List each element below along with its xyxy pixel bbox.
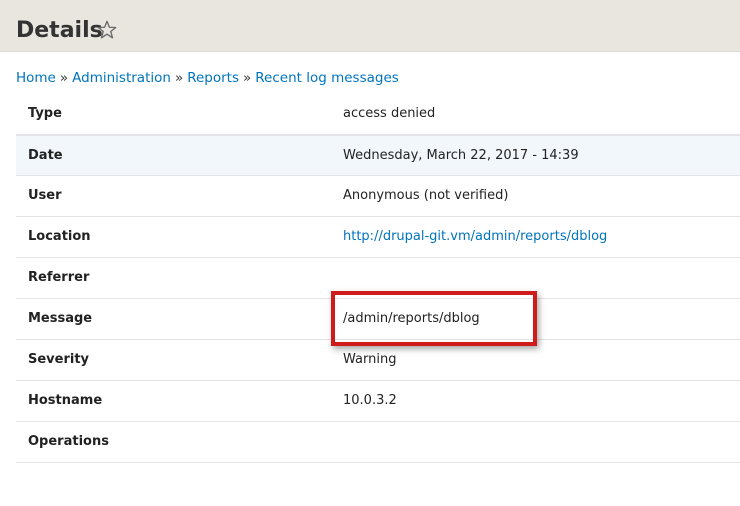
row-value: /admin/reports/dblog (343, 311, 480, 326)
table-row-operations: Operations (16, 422, 740, 463)
table-row-referrer: Referrer (16, 258, 740, 299)
breadcrumb-separator: » (59, 70, 69, 86)
row-label: Hostname (28, 393, 103, 408)
row-label: Referrer (28, 270, 90, 285)
breadcrumb-home[interactable]: Home (16, 70, 56, 86)
row-label: Type (28, 106, 62, 121)
page-header: Details (0, 0, 740, 52)
star-outline-icon[interactable] (96, 19, 118, 41)
table-row-location: Location http://drupal-git.vm/admin/repo… (16, 217, 740, 258)
page-title: Details (16, 18, 103, 43)
row-label: Message (28, 311, 93, 326)
table-row-date: Date Wednesday, March 22, 2017 - 14:39 (16, 135, 740, 176)
table-row-message: Message /admin/reports/dblog (16, 299, 740, 340)
table-row-user: User Anonymous (not verified) (16, 176, 740, 217)
row-value: 10.0.3.2 (343, 393, 397, 408)
row-label: Severity (28, 352, 90, 367)
breadcrumb-administration[interactable]: Administration (72, 70, 171, 86)
row-label: Location (28, 229, 91, 244)
table-row-hostname: Hostname 10.0.3.2 (16, 381, 740, 422)
breadcrumb-separator: » (174, 70, 184, 86)
row-value: http://drupal-git.vm/admin/reports/dblog (343, 228, 607, 246)
row-value: Warning (343, 352, 397, 367)
row-label: Operations (28, 434, 109, 449)
table-row-type: Type access denied (16, 94, 740, 135)
row-value: Anonymous (not verified) (343, 188, 509, 203)
breadcrumb-recent-log-messages[interactable]: Recent log messages (255, 70, 399, 86)
breadcrumb-separator: » (243, 70, 252, 86)
breadcrumb: Home» Administration» Reports» Recent log m… (16, 69, 399, 87)
location-link[interactable]: http://drupal-git.vm/admin/reports/dblog (343, 229, 607, 244)
details-table: Type access denied Date Wednesday, March… (16, 94, 740, 463)
row-value: access denied (343, 106, 436, 121)
table-row-severity: Severity Warning (16, 340, 740, 381)
row-value: Wednesday, March 22, 2017 - 14:39 (343, 148, 579, 163)
row-label: User (28, 188, 62, 203)
row-label: Date (28, 148, 63, 163)
breadcrumb-reports[interactable]: Reports (187, 70, 239, 86)
